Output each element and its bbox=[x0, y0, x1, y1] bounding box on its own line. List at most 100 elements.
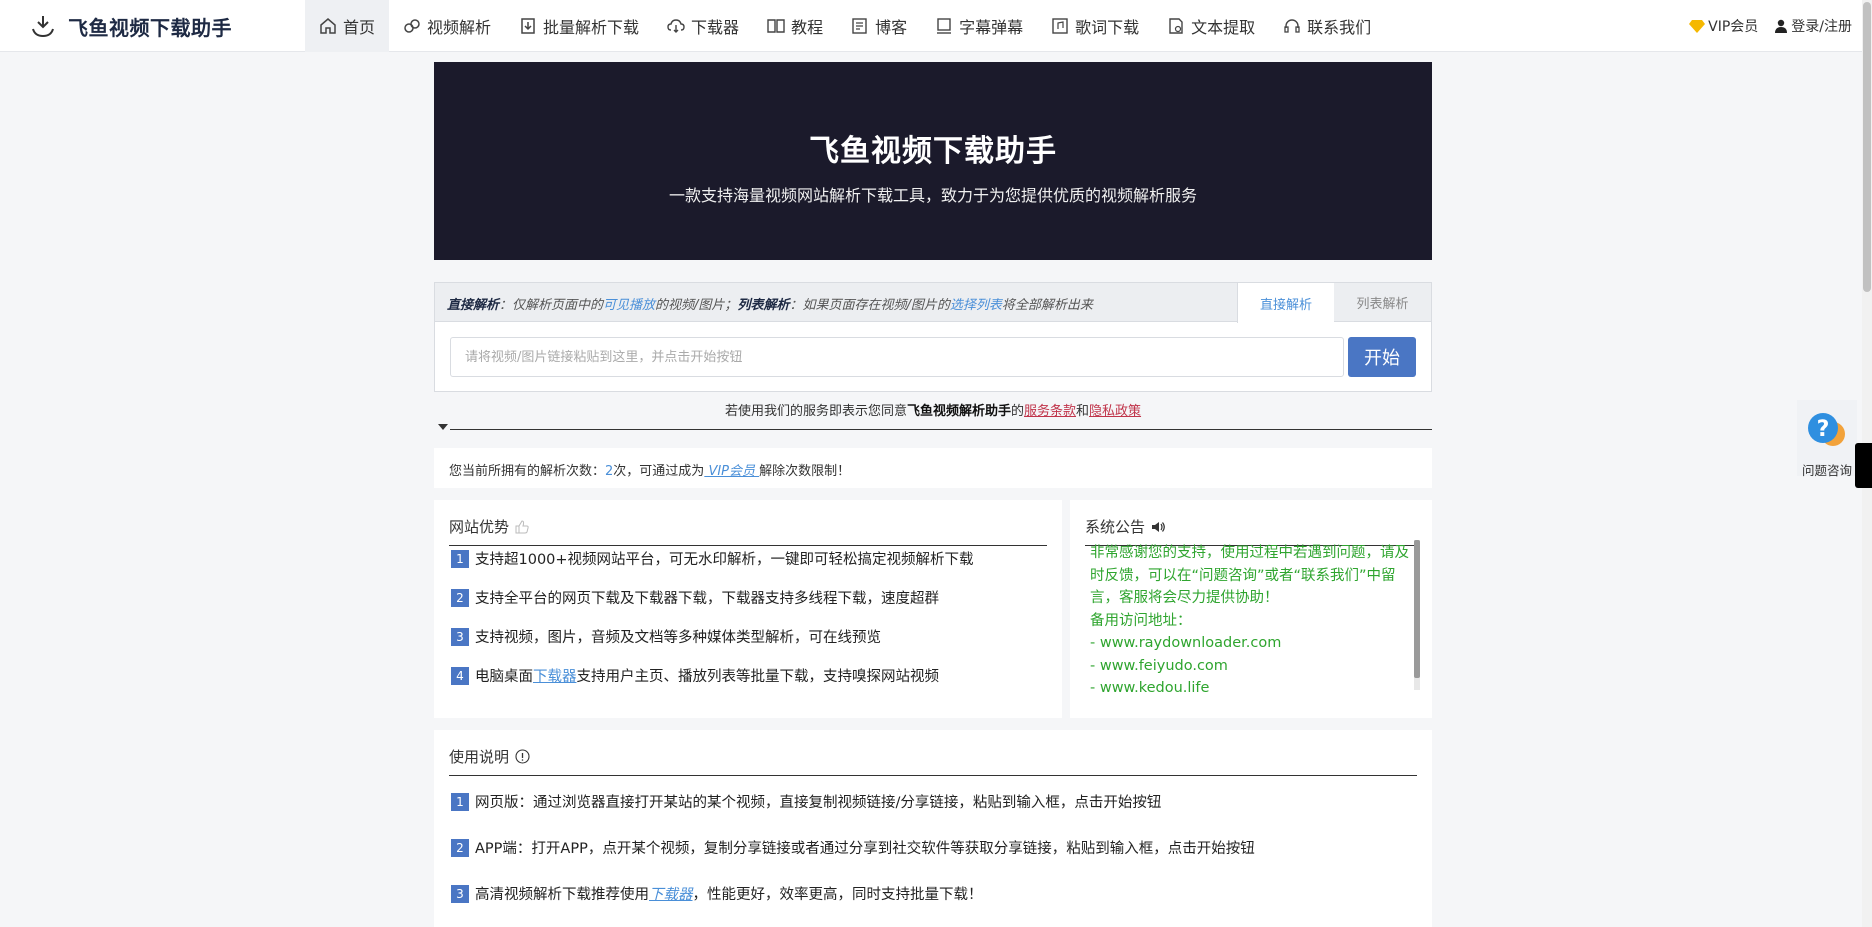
diamond-icon bbox=[1689, 20, 1706, 33]
nav-item-lyrics[interactable]: 歌词下载 bbox=[1037, 0, 1153, 52]
desc-highlight: 可见播放 bbox=[603, 298, 656, 313]
number-badge: 2 bbox=[451, 588, 469, 607]
cloud-download-icon bbox=[667, 19, 685, 33]
home-icon bbox=[320, 18, 336, 34]
logo-icon bbox=[32, 16, 54, 38]
nav-item-subtitles[interactable]: 字幕弹幕 bbox=[921, 0, 1037, 52]
nav-item-label: 歌词下载 bbox=[1075, 18, 1140, 37]
notice-line: 非常感谢您的支持，使用过程中若遇到问题，请及时反馈，可以在“问题咨询”或者“联系… bbox=[1090, 545, 1409, 606]
svg-text:?: ? bbox=[1817, 417, 1830, 442]
advantage-item-4: 4 电脑桌面下载器支持用户主页、播放列表等批量下载，支持嗅探网站视频 bbox=[451, 665, 939, 686]
login-link[interactable]: 登录/注册 bbox=[1774, 16, 1852, 36]
advantage-item-1: 1 支持超1000+视频网站平台，可无水印解析，一键即可轻松搞定视频解析下载 bbox=[451, 548, 974, 569]
nav-item-home[interactable]: 首页 bbox=[305, 0, 390, 52]
advantage-text: 支持视频，图片，音频及文档等多种媒体类型解析，可在线预览 bbox=[475, 630, 881, 646]
user-icon bbox=[1775, 19, 1788, 33]
vip-link[interactable]: VIP会员 bbox=[1689, 16, 1758, 36]
notice-scrollbar-thumb[interactable] bbox=[1414, 540, 1420, 678]
usage-text-part: ，性能更好，效率更高，同时支持批量下载！ bbox=[692, 887, 983, 903]
advantage-text: 电脑桌面下载器支持用户主页、播放列表等批量下载，支持嗅探网站视频 bbox=[475, 665, 939, 686]
downloader-link[interactable]: 下载器 bbox=[649, 887, 693, 903]
brand[interactable]: 飞鱼视频下载助手 bbox=[30, 12, 232, 40]
batch-download-icon bbox=[521, 18, 535, 34]
tab-list-parse[interactable]: 列表解析 bbox=[1334, 283, 1431, 322]
collapse-divider[interactable] bbox=[434, 422, 1432, 436]
usage-text: APP端：打开APP，点开某个视频，复制分享链接或者通过分享到社交软件等获取分享… bbox=[475, 841, 1255, 857]
divider-line bbox=[450, 429, 1432, 430]
advantage-text-part: 电脑桌面 bbox=[475, 669, 533, 685]
help-consult-button[interactable]: ? 问题咨询 bbox=[1797, 400, 1857, 478]
advantages-title-text: 网站优势 bbox=[449, 518, 510, 536]
number-badge: 1 bbox=[451, 549, 469, 568]
hero-banner: 飞鱼视频下载助手 一款支持海量视频网站解析下载工具，致力于为您提供优质的视频解析… bbox=[434, 62, 1432, 260]
nav-item-label: 教程 bbox=[791, 18, 824, 37]
text-extract-icon bbox=[1169, 18, 1183, 34]
usage-card: 使用说明 1 网页版：通过浏览器直接打开某站的某个视频，直接复制视频链接/分享链… bbox=[434, 730, 1432, 927]
nav-item-video-parse[interactable]: 视频解析 bbox=[389, 0, 505, 52]
usage-text-part: 高清视频解析下载推荐使用 bbox=[475, 887, 649, 903]
hero-subtitle: 一款支持海量视频网站解析下载工具，致力于为您提供优质的视频解析服务 bbox=[668, 186, 1197, 205]
advantages-divider bbox=[449, 545, 1047, 546]
notice-body: 非常感谢您的支持，使用过程中若遇到问题，请及时反馈，可以在“问题咨询”或者“联系… bbox=[1090, 542, 1414, 694]
notice-card: 系统公告 非常感谢您的支持，使用过程中若遇到问题，请及时反馈，可以在“问题咨询”… bbox=[1070, 500, 1432, 718]
thumbs-up-icon bbox=[515, 519, 529, 533]
nav-item-label: 文本提取 bbox=[1191, 18, 1256, 37]
notice-scrollbar[interactable] bbox=[1414, 540, 1420, 690]
desc-text: 将全部解析出来 bbox=[1001, 298, 1093, 313]
privacy-policy-link[interactable]: 隐私政策 bbox=[1089, 404, 1141, 419]
advantage-text-part: 支持用户主页、播放列表等批量下载，支持嗅探网站视频 bbox=[576, 669, 940, 685]
tab-direct-parse[interactable]: 直接解析 bbox=[1237, 283, 1334, 323]
nav-item-contact[interactable]: 联系我们 bbox=[1269, 0, 1385, 52]
desc-text: 的视频/图片； bbox=[655, 298, 738, 313]
quota-text: 次，可通过成为 bbox=[613, 464, 705, 479]
desc-text: ：仅解析页面中的 bbox=[499, 298, 604, 313]
parse-description: 直接解析：仅解析页面中的可见播放的视频/图片；列表解析：如果页面存在视频/图片的… bbox=[447, 294, 1093, 313]
number-badge: 1 bbox=[451, 792, 469, 811]
help-consult-label: 问题咨询 bbox=[1801, 463, 1852, 478]
advantage-text: 支持超1000+视频网站平台，可无水印解析，一键即可轻松搞定视频解析下载 bbox=[475, 552, 974, 568]
subtitle-icon bbox=[937, 18, 952, 34]
nav-item-text-extract[interactable]: 文本提取 bbox=[1153, 0, 1269, 52]
number-badge: 3 bbox=[451, 884, 469, 903]
parse-panel: 直接解析：仅解析页面中的可见播放的视频/图片；列表解析：如果页面存在视频/图片的… bbox=[434, 282, 1432, 392]
speaker-icon bbox=[1152, 521, 1165, 532]
desc-highlight: 选择列表 bbox=[949, 298, 1002, 313]
notice-line: - www.kedou.life bbox=[1090, 680, 1210, 694]
nav-item-blog[interactable]: 博客 bbox=[837, 0, 921, 52]
terms-of-service-link[interactable]: 服务条款 bbox=[1024, 404, 1076, 419]
login-label: 登录/注册 bbox=[1791, 19, 1852, 35]
downloader-link[interactable]: 下载器 bbox=[533, 669, 577, 685]
nav-item-tutorial[interactable]: 教程 bbox=[753, 0, 837, 52]
notice-line: 备用访问地址： bbox=[1090, 612, 1192, 629]
nav-item-label: 联系我们 bbox=[1307, 18, 1372, 37]
number-badge: 4 bbox=[451, 666, 469, 685]
side-feedback-tab[interactable] bbox=[1855, 443, 1872, 488]
vip-member-link[interactable]: VIP会员 bbox=[704, 464, 759, 479]
nav-item-downloader[interactable]: 下载器 bbox=[653, 0, 753, 52]
quota-bar: 您当前所拥有的解析次数：2次，可通过成为 VIP会员 解除次数限制！ bbox=[434, 448, 1432, 488]
parse-panel-header: 直接解析：仅解析页面中的可见播放的视频/图片；列表解析：如果页面存在视频/图片的… bbox=[435, 283, 1431, 323]
advantage-item-3: 3 支持视频，图片，音频及文档等多种媒体类型解析，可在线预览 bbox=[451, 626, 881, 647]
notice-title: 系统公告 bbox=[1085, 516, 1165, 537]
question-chat-icon: ? bbox=[1808, 413, 1845, 446]
number-badge: 3 bbox=[451, 627, 469, 646]
notice-title-text: 系统公告 bbox=[1085, 518, 1146, 536]
url-input[interactable] bbox=[450, 337, 1344, 377]
page-scrollbar-thumb[interactable] bbox=[1863, 2, 1871, 292]
nav-item-label: 下载器 bbox=[691, 18, 740, 37]
caret-down-icon[interactable] bbox=[438, 424, 448, 430]
nav-right: VIP会员 登录/注册 bbox=[1689, 0, 1852, 52]
terms-text: 和 bbox=[1076, 404, 1090, 419]
number-badge: 2 bbox=[451, 838, 469, 857]
notice-line: - www.raydownloader.com bbox=[1090, 635, 1282, 651]
terms-text: 若使用我们的服务即表示您同意 bbox=[724, 404, 907, 419]
usage-title-text: 使用说明 bbox=[449, 748, 510, 766]
nav-item-label: 批量解析下载 bbox=[543, 18, 640, 37]
start-button[interactable]: 开始 bbox=[1348, 337, 1416, 377]
nav-item-label: 首页 bbox=[343, 18, 376, 37]
terms-notice: 若使用我们的服务即表示您同意飞鱼视频解析助手的服务条款和隐私政策 bbox=[434, 400, 1432, 419]
quota-text: 您当前所拥有的解析次数： bbox=[449, 464, 606, 479]
nav-item-batch-download[interactable]: 批量解析下载 bbox=[505, 0, 653, 52]
usage-title: 使用说明 bbox=[449, 746, 530, 767]
top-navbar: 飞鱼视频下载助手 首页 视频解析 批量解析下载 下载器 教程 博客 字幕弹幕 歌… bbox=[0, 0, 1872, 52]
